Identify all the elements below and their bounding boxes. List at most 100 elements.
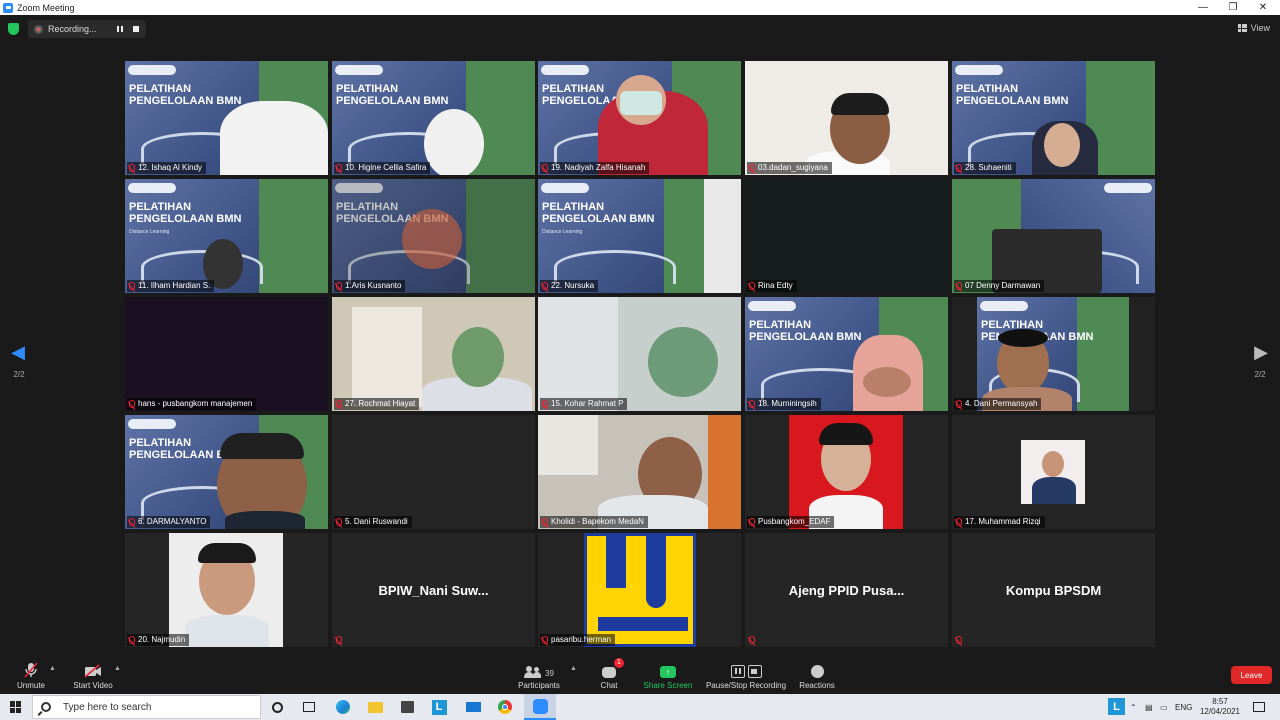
tray-app-l-icon[interactable]: L [1108, 698, 1125, 715]
close-button[interactable]: ✕ [1246, 0, 1280, 15]
previous-page-arrow-icon[interactable]: ◀ [8, 342, 28, 363]
video-tile[interactable]: BPIW_Nani Suw... [332, 533, 535, 647]
participant-name-label: 11. Ilham Hardian S. [127, 280, 215, 292]
zoom-taskbar-icon[interactable] [524, 694, 556, 720]
video-tile[interactable]: Ajeng PPID Pusa... [745, 533, 948, 647]
file-explorer-icon[interactable] [366, 698, 384, 716]
video-tile[interactable]: 15. Kohar Rahmat P [538, 297, 741, 411]
video-tile[interactable]: Kompu BPSDM [952, 533, 1155, 647]
shield-icon[interactable] [8, 23, 19, 35]
meeting-stage: Recording... View ◀ 2/2 ▶ 2/2 PELATIHAN P… [0, 15, 1280, 656]
participants-count: 39 [545, 669, 554, 678]
video-tile[interactable]: PELATIHAN PENGELOLAAN BMN 12. Ishaq Al Ki… [125, 61, 328, 175]
video-tile[interactable]: Rina Edty [745, 179, 948, 293]
video-tile[interactable]: PELATIHAN PENGELOLAAN BMN 28. Suhaeniti [952, 61, 1155, 175]
battery-icon[interactable]: ▭ [1160, 694, 1168, 720]
minimize-button[interactable]: — [1186, 0, 1220, 15]
window-titlebar: Zoom Meeting — ❐ ✕ [0, 0, 1280, 15]
share-screen-label: Share Screen [643, 681, 693, 690]
mic-muted-icon [336, 518, 342, 526]
meeting-controls-toolbar: Unmute ▲ Start Video ▲ 39 Participants ▲… [0, 656, 1280, 694]
start-video-button[interactable]: Start Video [70, 660, 116, 690]
participant-name-label: Kholidi - Bapekom MedaN [540, 516, 648, 528]
taskbar-clock[interactable]: 8:57 12/04/2021 [1198, 697, 1242, 717]
participants-button[interactable]: 39 Participants [515, 660, 563, 690]
view-label: View [1250, 23, 1270, 33]
lang-indicator[interactable]: ENG [1175, 694, 1192, 720]
participant-name-label [954, 634, 966, 646]
participant-name-label: pasaribu.herman [540, 634, 616, 646]
share-screen-button[interactable]: ↑ Share Screen [641, 660, 695, 690]
mic-muted-icon [749, 400, 755, 408]
video-tile[interactable]: hans - pusbangkom manajemen [125, 297, 328, 411]
reactions-button[interactable]: Reactions [796, 660, 838, 690]
share-screen-icon: ↑ [660, 666, 676, 678]
mic-muted-icon [542, 518, 548, 526]
pause-recording-button[interactable] [114, 24, 126, 34]
network-icon[interactable]: ▤ [1145, 694, 1153, 720]
video-tile[interactable]: PELATIHAN PENGELOLAAN BMN 1.Aris Kusnanto [332, 179, 535, 293]
participants-chevron-icon[interactable]: ▲ [570, 665, 577, 672]
unmute-button[interactable]: Unmute [12, 660, 50, 690]
stop-recording-button[interactable] [130, 24, 142, 34]
unmute-label: Unmute [16, 681, 45, 690]
mic-muted-icon [749, 636, 755, 644]
video-tile[interactable]: PELATIHAN PENGELOLAAN BMN 19. Nadiyah Zal… [538, 61, 741, 175]
participant-name-label: Pusbangkom_EDAF [747, 516, 835, 528]
pause-stop-recording-button[interactable]: Pause/Stop Recording [704, 660, 788, 690]
page-indicator-left: 2/2 [13, 370, 25, 379]
mic-muted-icon [749, 518, 755, 526]
video-options-chevron-icon[interactable]: ▲ [114, 665, 121, 672]
video-tile[interactable]: 5. Dani Ruswandi [332, 415, 535, 529]
store-icon[interactable] [398, 698, 416, 716]
mic-muted-icon [749, 282, 755, 290]
chat-button[interactable]: 1 Chat [594, 658, 624, 690]
audio-options-chevron-icon[interactable]: ▲ [49, 665, 56, 672]
video-tile[interactable]: PELATIHAN PENGELOLAAN BMN 6. DARMALYANTO [125, 415, 328, 529]
tray-overflow-icon[interactable]: ⌃ [1130, 694, 1137, 720]
video-tile[interactable]: PELATIHANPENGELOLAAN BMN 4. Dani Permans… [952, 297, 1155, 411]
search-icon [41, 702, 51, 712]
video-tile[interactable]: pasaribu.herman [538, 533, 741, 647]
participant-name-label [747, 634, 759, 646]
video-tile[interactable]: 17. Muhammad Rizqi [952, 415, 1155, 529]
leave-button[interactable]: Leave [1231, 666, 1272, 684]
video-tile[interactable]: PELATIHAN PENGELOLAAN BMN 10. Higine Cell… [332, 61, 535, 175]
video-tile[interactable]: Pusbangkom_EDAF [745, 415, 948, 529]
chat-badge: 1 [614, 658, 624, 668]
edge-browser-icon[interactable] [334, 698, 352, 716]
video-tile[interactable]: PELATIHAN PENGELOLAAN BMN 18. Murniningsi… [745, 297, 948, 411]
restore-button[interactable]: ❐ [1216, 0, 1250, 15]
video-tile[interactable]: Kholidi - Bapekom MedaN [538, 415, 741, 529]
video-tile[interactable]: 27. Rochmat Hiayat [332, 297, 535, 411]
mail-icon[interactable] [464, 698, 482, 716]
video-tile[interactable]: 20. Najmudin [125, 533, 328, 647]
clock-date: 12/04/2021 [1199, 707, 1241, 716]
participant-name-label: 15. Kohar Rahmat P [540, 398, 628, 410]
video-tile[interactable]: 03.dadan_sugiyana [745, 61, 948, 175]
view-button[interactable]: View [1237, 23, 1270, 33]
search-placeholder: Type here to search [63, 701, 152, 713]
mic-muted-icon [542, 164, 548, 172]
meeting-topbar: Recording... View [0, 15, 1280, 43]
app-l-icon[interactable]: L [430, 698, 448, 716]
participant-name-label: 07 Denny Darmawan [954, 280, 1045, 292]
chrome-icon[interactable] [496, 698, 514, 716]
start-button[interactable] [0, 694, 32, 720]
video-tile[interactable]: PELATIHAN PENGELOLAAN BMN Distance Learnin… [125, 179, 328, 293]
mic-muted-icon [129, 636, 135, 644]
task-view-icon[interactable] [300, 698, 318, 716]
mic-muted-icon [956, 518, 962, 526]
participant-name-label: 27. Rochmat Hiayat [334, 398, 420, 410]
windows-logo-icon [10, 701, 22, 713]
next-page-arrow-icon[interactable]: ▶ [1251, 342, 1271, 363]
taskbar-search-box[interactable]: Type here to search [32, 695, 261, 719]
participant-name-label: 20. Najmudin [127, 634, 190, 646]
participant-name-label: 19. Nadiyah Zalfa Hisanah [540, 162, 650, 174]
video-tile[interactable]: 07 Denny Darmawan [952, 179, 1155, 293]
participant-display-name: BPIW_Nani Suw... [378, 582, 489, 598]
video-tile[interactable]: PELATIHAN PENGELOLAAN BMN Distance Learnin… [538, 179, 741, 293]
cortana-icon[interactable] [268, 698, 286, 716]
page-indicator-right: 2/2 [1254, 370, 1266, 379]
notifications-icon[interactable] [1250, 698, 1268, 716]
